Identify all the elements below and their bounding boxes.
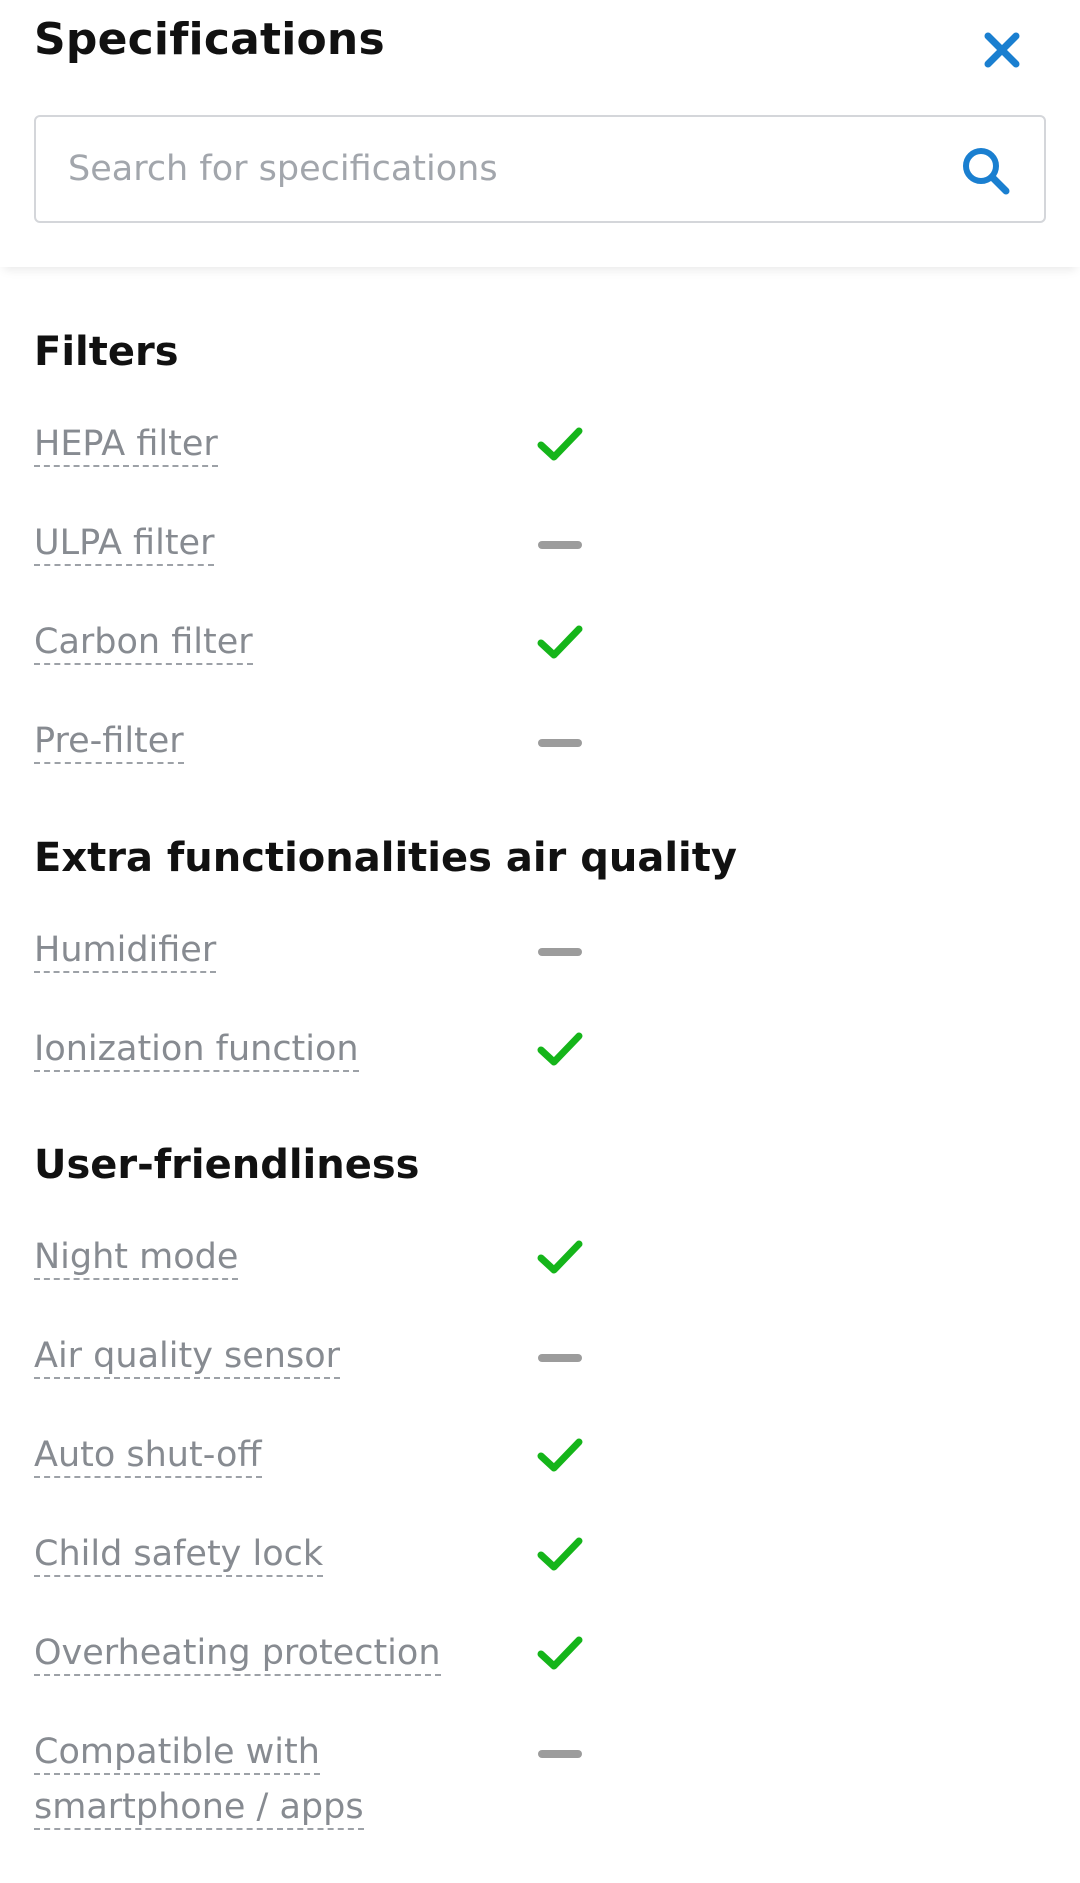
spec-label-ulpa-filter[interactable]: ULPA filter: [34, 516, 215, 571]
spec-label-compatible-smartphone-apps[interactable]: Compatible with smartphone / apps: [34, 1725, 364, 1835]
dash-icon: [538, 1354, 582, 1362]
close-icon: [984, 32, 1020, 68]
section-title-extra-functionalities: Extra functionalities air quality: [34, 835, 737, 881]
dash-icon: [538, 739, 582, 747]
status-available: [535, 1529, 585, 1579]
status-unavailable: [535, 520, 585, 570]
spec-label-auto-shut-off[interactable]: Auto shut-off: [34, 1428, 262, 1483]
specifications-header: Specifications: [0, 0, 1080, 267]
status-available: [535, 1430, 585, 1480]
spec-label-air-quality-sensor[interactable]: Air quality sensor: [34, 1329, 341, 1384]
spec-label-night-mode[interactable]: Night mode: [34, 1230, 239, 1285]
status-available: [535, 1024, 585, 1074]
check-icon: [537, 427, 583, 461]
check-icon: [537, 1032, 583, 1066]
section-title-filters: Filters: [34, 329, 179, 375]
search-icon: [963, 148, 1010, 195]
spec-label-humidifier[interactable]: Humidifier: [34, 923, 217, 978]
search-input[interactable]: [68, 117, 948, 221]
check-icon: [537, 1438, 583, 1472]
spec-label-overheating-protection[interactable]: Overheating protection: [34, 1626, 441, 1681]
dash-icon: [538, 541, 582, 549]
status-available: [535, 419, 585, 469]
dash-icon: [538, 1750, 582, 1758]
check-icon: [537, 1537, 583, 1571]
status-available: [535, 1628, 585, 1678]
status-unavailable: [535, 718, 585, 768]
spec-label-hepa-filter[interactable]: HEPA filter: [34, 417, 218, 472]
status-available: [535, 617, 585, 667]
status-unavailable: [535, 1729, 585, 1779]
check-icon: [537, 625, 583, 659]
close-button[interactable]: [976, 24, 1028, 76]
check-icon: [537, 1240, 583, 1274]
status-available: [535, 1232, 585, 1282]
spec-label-pre-filter[interactable]: Pre-filter: [34, 714, 184, 769]
spec-label-child-safety-lock[interactable]: Child safety lock: [34, 1527, 324, 1582]
section-title-user-friendliness: User-friendliness: [34, 1142, 420, 1188]
page-title: Specifications: [34, 14, 385, 65]
check-icon: [537, 1636, 583, 1670]
search-box: [34, 115, 1046, 223]
status-unavailable: [535, 1333, 585, 1383]
spec-label-carbon-filter[interactable]: Carbon filter: [34, 615, 253, 670]
dash-icon: [538, 948, 582, 956]
status-unavailable: [535, 927, 585, 977]
spec-label-ionization-function[interactable]: Ionization function: [34, 1022, 359, 1077]
search-button[interactable]: [956, 141, 1016, 201]
